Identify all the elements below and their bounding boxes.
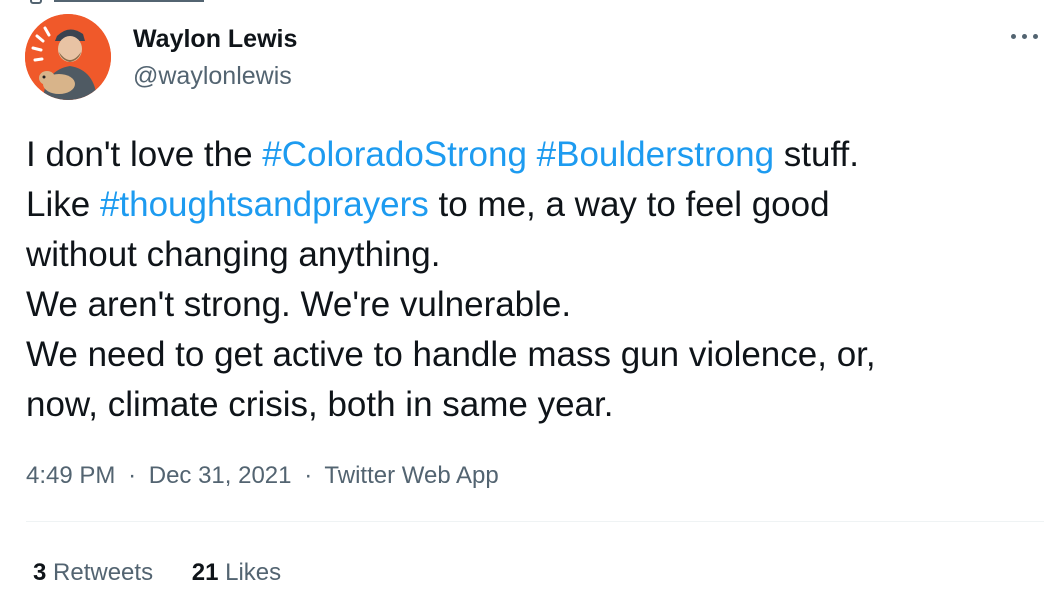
- author-name[interactable]: Waylon Lewis: [133, 24, 297, 54]
- tweet-text-segment: stuff.: [774, 135, 860, 174]
- author-handle[interactable]: @waylonlewis: [133, 61, 292, 91]
- tweet-text-line-2: Like #thoughtsandprayers to me, a way to…: [26, 180, 1046, 230]
- tweet-text-line-5: We need to get active to handle mass gun…: [26, 335, 876, 374]
- meta-separator: ·: [128, 462, 137, 489]
- more-horizontal-icon: [1033, 34, 1038, 39]
- tweet-text-segment: Like: [26, 185, 100, 224]
- stats-divider: [26, 521, 1044, 522]
- retweet-context-icon: [30, 0, 42, 4]
- tweet-source-link[interactable]: Twitter Web App: [324, 462, 498, 489]
- tweet-stats: 3 Retweets 21 Likes: [33, 557, 313, 589]
- tweet-text-segment: I don't love the: [26, 135, 263, 174]
- tweet-text-line-6: now, climate crisis, both in same year.: [26, 385, 614, 424]
- hashtag-link-thoughtsandprayers[interactable]: #thoughtsandprayers: [100, 185, 429, 224]
- tweet-text-line-4: We aren't strong. We're vulnerable.: [26, 285, 572, 324]
- more-horizontal-icon: [1011, 34, 1016, 39]
- tweet-text: I don't love the #ColoradoStrong #Boulde…: [26, 130, 1046, 430]
- retweets-count: 3: [33, 559, 47, 586]
- more-options-button[interactable]: [1005, 20, 1045, 50]
- likes-label: Likes: [225, 559, 282, 586]
- tweet-text-segment: to me, a way to feel good: [428, 185, 830, 224]
- tweet-text-line-1: I don't love the #ColoradoStrong #Boulde…: [26, 130, 1046, 180]
- avatar[interactable]: [25, 14, 111, 100]
- likes-count: 21: [191, 559, 219, 586]
- tweet-metadata: 4:49 PM · Dec 31, 2021 · Twitter Web App: [26, 460, 499, 492]
- retweets-label: Retweets: [53, 559, 154, 586]
- likes-stat-link[interactable]: 21 Likes: [192, 557, 281, 589]
- more-horizontal-icon: [1022, 34, 1027, 39]
- hashtag-link-boulderstrong[interactable]: #Boulderstrong: [537, 135, 774, 174]
- tweet-text-segment: [527, 135, 537, 174]
- tweet-date-link[interactable]: Dec 31, 2021: [149, 462, 292, 489]
- tweet-text-line-3: without changing anything.: [26, 235, 441, 274]
- retweet-context-text: [54, 0, 204, 2]
- avatar-image: [25, 14, 111, 100]
- retweet-context-strip: [30, 0, 230, 8]
- hashtag-link-coloradostrong[interactable]: #ColoradoStrong: [262, 135, 527, 174]
- tweet-time-link[interactable]: 4:49 PM: [26, 462, 115, 489]
- retweets-stat-link[interactable]: 3 Retweets: [33, 557, 153, 589]
- meta-separator: ·: [304, 462, 313, 489]
